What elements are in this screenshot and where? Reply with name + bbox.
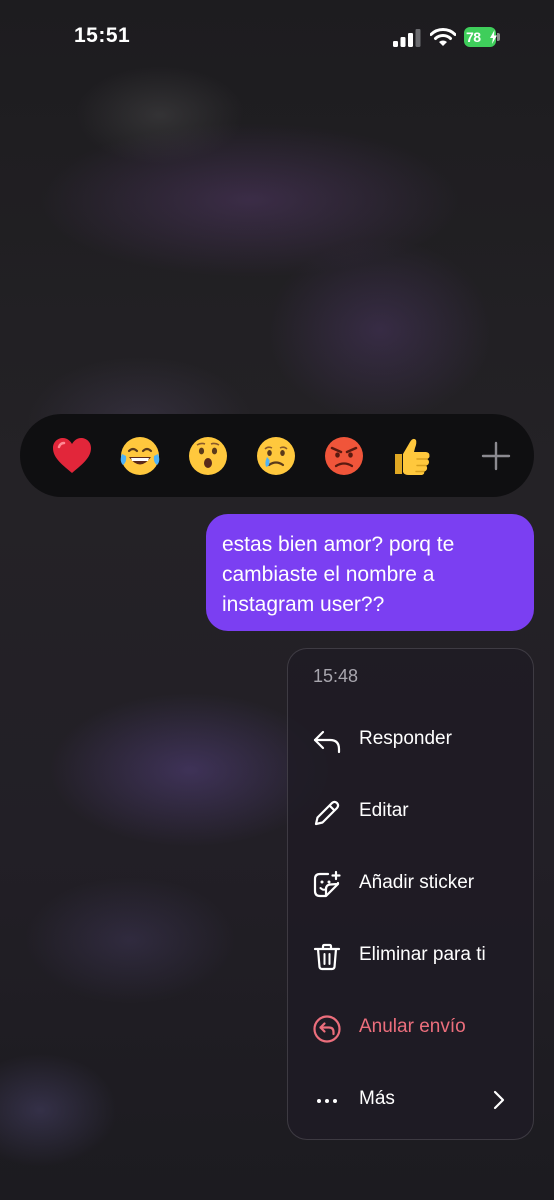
reaction-angry[interactable] [322,434,366,478]
menu-item-label: Anular envío [359,1016,466,1037]
chat-screen: 15:51 78 estas bien amor? porq te cambia… [0,0,554,1200]
plus-icon[interactable] [478,438,514,474]
reaction-laughing[interactable] [118,434,162,478]
chevron-right-icon [493,1090,505,1110]
reaction-surprised[interactable] [186,434,230,478]
menu-item-label: Más [359,1088,395,1109]
message-context-menu: 15:48 Responder Editar Añadir sticker El… [287,648,534,1140]
wifi-icon [430,28,456,46]
reaction-bar [20,414,534,497]
reply-icon [313,730,341,754]
reaction-thumbs-up[interactable] [390,434,434,478]
menu-item-label: Editar [359,800,409,821]
cellular-signal-icon [393,29,421,47]
menu-item-label: Responder [359,728,452,749]
menu-item-delete-for-you[interactable]: Eliminar para ti [288,928,533,984]
menu-item-more[interactable]: Más [288,1072,533,1128]
reaction-crying[interactable] [254,434,298,478]
pencil-icon [314,800,340,826]
message-text: estas bien amor? porq te cambiaste el no… [222,533,455,616]
charging-bolt-icon [490,30,497,44]
add-sticker-icon [313,870,341,898]
message-timestamp: 15:48 [313,666,359,686]
menu-item-unsend[interactable]: Anular envío [288,1000,533,1056]
menu-item-add-sticker[interactable]: Añadir sticker [288,856,533,912]
battery-charging-icon: 78 [464,27,500,47]
menu-item-edit[interactable]: Editar [288,784,533,840]
reaction-heart[interactable] [50,434,94,478]
unsend-icon [313,1015,341,1043]
status-bar: 15:51 78 [0,0,554,76]
menu-item-reply[interactable]: Responder [288,712,533,768]
menu-item-label: Eliminar para ti [359,944,486,965]
battery-level: 78 [466,29,481,45]
sent-message-bubble[interactable]: estas bien amor? porq te cambiaste el no… [206,514,534,631]
more-horizontal-icon [317,1099,337,1103]
menu-item-label: Añadir sticker [359,872,475,893]
trash-icon [313,943,341,971]
status-time: 15:51 [74,24,131,47]
